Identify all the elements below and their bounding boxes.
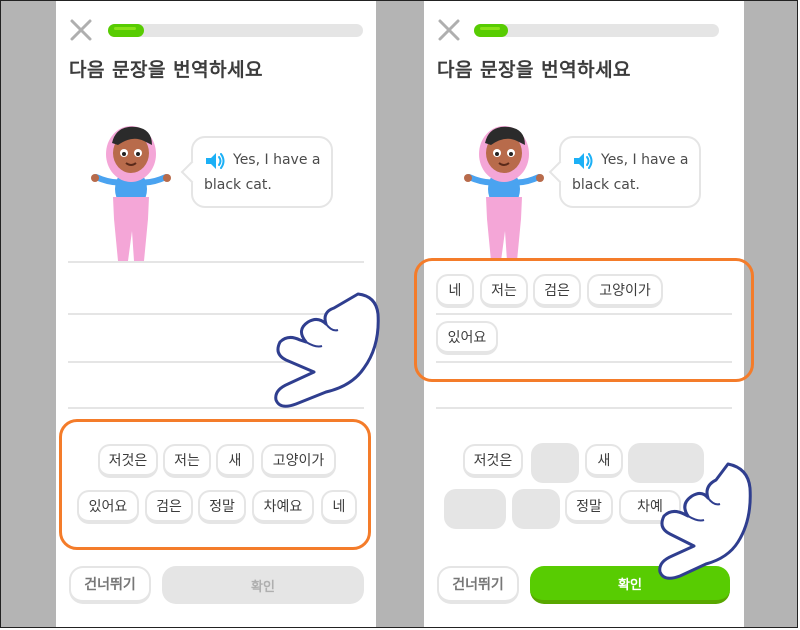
background-strip-right	[744, 1, 797, 627]
close-icon[interactable]	[68, 17, 94, 43]
progress-fill	[474, 24, 509, 37]
empty-word-slot	[444, 489, 506, 529]
empty-word-slot	[531, 443, 579, 483]
progress-fill	[108, 24, 144, 37]
word-chip[interactable]: 검은	[145, 490, 193, 524]
word-chip[interactable]: 정말	[565, 490, 613, 524]
word-chip[interactable]: 차예	[619, 490, 681, 524]
check-button[interactable]: 확인	[530, 566, 730, 604]
speaker-icon[interactable]	[572, 151, 594, 171]
prompt-line-1: Yes, I have a	[233, 152, 321, 168]
background-strip-left	[1, 1, 56, 627]
answer-chip[interactable]: 검은	[533, 274, 581, 308]
word-chip[interactable]: 정말	[198, 490, 246, 524]
skip-button[interactable]: 건너뛰기	[437, 566, 519, 604]
word-chip[interactable]: 고양이가	[261, 444, 336, 478]
speaker-icon[interactable]	[204, 151, 226, 171]
answer-line	[436, 313, 732, 315]
page-title: 다음 문장을 번역하세요	[69, 59, 264, 81]
answer-line	[436, 407, 732, 409]
answer-line	[68, 361, 364, 363]
word-chip[interactable]: 저것은	[98, 444, 158, 478]
answer-line	[436, 361, 732, 363]
progress-bar	[474, 24, 719, 37]
speech-bubble: Yes, I have a black cat.	[191, 136, 333, 208]
background-strip-middle	[376, 1, 424, 627]
check-button[interactable]: 확인	[162, 566, 364, 604]
right-screen: 다음 문장을 번역하세요 Yes, I have a black cat. 네 …	[424, 1, 744, 627]
answer-line	[68, 407, 364, 409]
character-illustration	[464, 126, 544, 261]
close-icon[interactable]	[436, 17, 462, 43]
skip-button[interactable]: 건너뛰기	[69, 566, 151, 604]
word-chip[interactable]: 차예요	[252, 490, 314, 524]
answer-chip[interactable]: 있어요	[436, 321, 498, 355]
prompt-line-2: black cat.	[204, 177, 272, 193]
prompt-line-2: black cat.	[572, 177, 640, 193]
page-title: 다음 문장을 번역하세요	[437, 59, 632, 81]
left-screen: 다음 문장을 번역하세요 Yes, I have a black cat. 저것…	[56, 1, 376, 627]
answer-line	[68, 261, 364, 263]
empty-word-slot	[628, 443, 704, 483]
empty-word-slot	[512, 489, 560, 529]
answer-chip[interactable]: 저는	[480, 274, 528, 308]
word-chip[interactable]: 저것은	[463, 444, 523, 478]
answer-chip[interactable]: 고양이가	[587, 274, 663, 308]
word-chip[interactable]: 새	[585, 444, 623, 478]
speech-bubble: Yes, I have a black cat.	[559, 136, 701, 208]
prompt-line-1: Yes, I have a	[601, 152, 689, 168]
word-chip[interactable]: 새	[216, 444, 254, 478]
word-chip[interactable]: 저는	[163, 444, 211, 478]
character-illustration	[91, 126, 171, 261]
answer-line	[68, 313, 364, 315]
progress-bar	[108, 24, 363, 37]
word-chip[interactable]: 네	[321, 490, 357, 524]
word-chip[interactable]: 있어요	[77, 490, 139, 524]
answer-chip[interactable]: 네	[436, 274, 474, 308]
